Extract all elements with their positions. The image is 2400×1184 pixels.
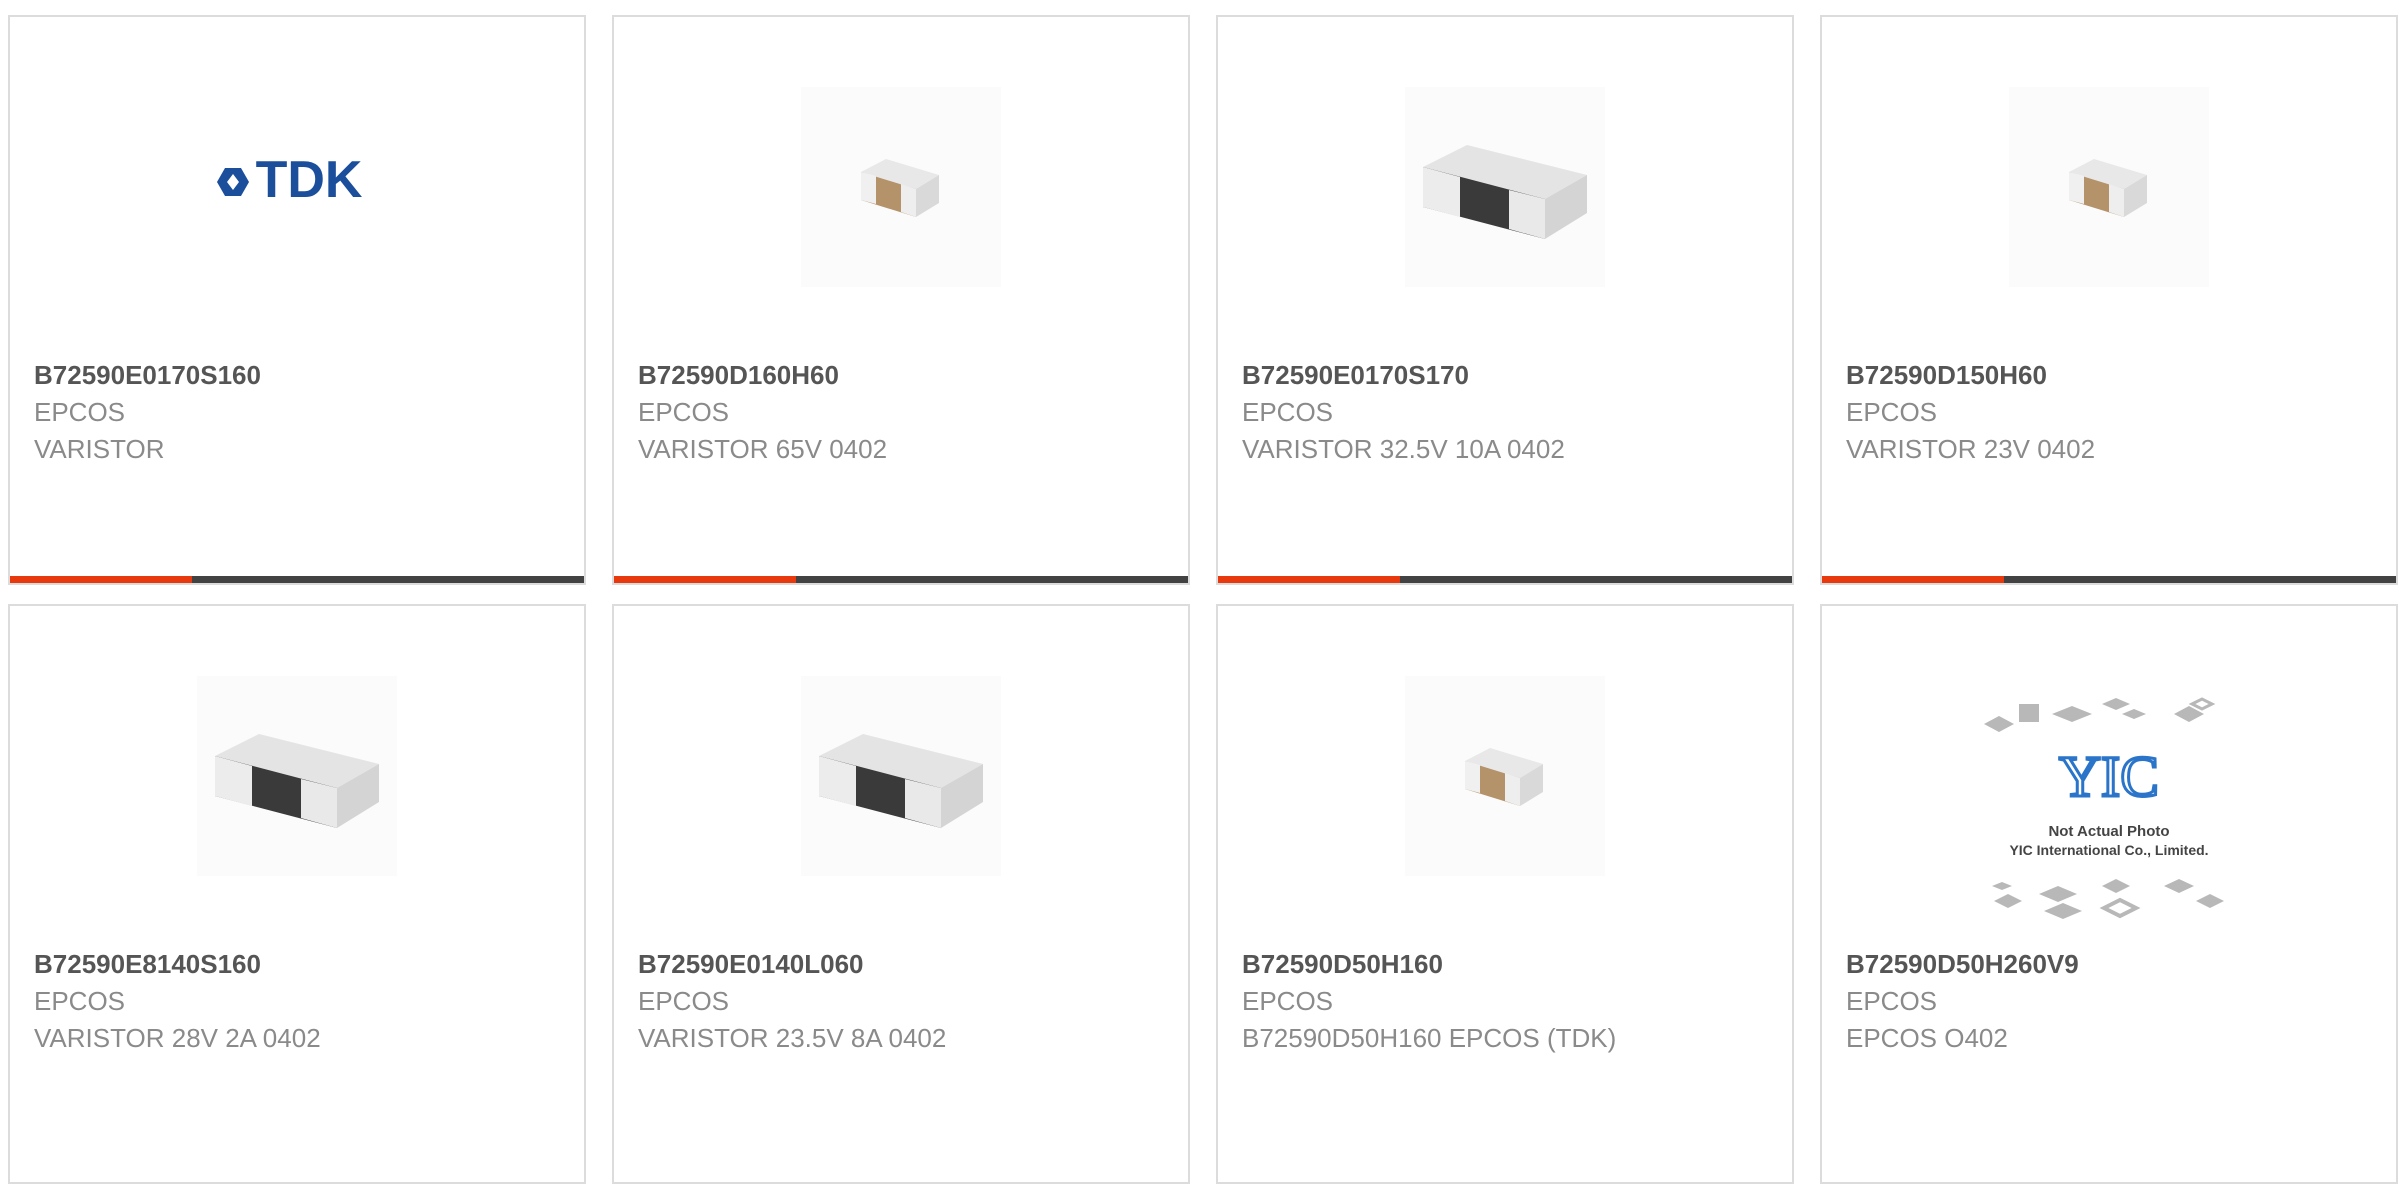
product-card[interactable]: B72590D150H60 EPCOS VARISTOR 23V 0402 [1820, 15, 2398, 585]
product-description: VARISTOR 32.5V 10A 0402 [1242, 434, 1565, 464]
part-number[interactable]: B72590D50H260V9 [1846, 946, 2376, 983]
tdk-logo-text: TDK [256, 151, 363, 209]
not-actual-photo-placeholder-icon: YIC Not Actual Photo YIC International C… [1984, 697, 2224, 919]
brand-name: EPCOS [638, 986, 730, 1016]
part-number[interactable]: B72590D160H60 [638, 357, 1168, 394]
card-accent-bar [1822, 576, 2004, 583]
brand-name: EPCOS [1242, 986, 1334, 1016]
yic-logo-text: YIC [2059, 744, 2159, 809]
product-image[interactable] [1405, 87, 1605, 287]
card-accent-bar [614, 576, 796, 583]
brand-name: EPCOS [1846, 986, 1938, 1016]
brown-chip-icon [861, 159, 939, 217]
card-footer-bar [10, 576, 584, 583]
product-description: VARISTOR 28V 2A 0402 [34, 1023, 321, 1053]
product-description: VARISTOR 23.5V 8A 0402 [638, 1023, 947, 1053]
product-card[interactable]: TDK B72590E0170S160 EPCOS VARISTOR [8, 15, 586, 585]
product-image[interactable] [197, 676, 397, 876]
part-number[interactable]: B72590E8140S160 [34, 946, 564, 983]
brown-chip-icon [1465, 748, 1543, 806]
product-image[interactable]: YIC Not Actual Photo YIC International C… [1974, 686, 2244, 936]
brand-name: EPCOS [1846, 397, 1938, 427]
product-card[interactable]: B72590E0170S170 EPCOS VARISTOR 32.5V 10A… [1216, 15, 1794, 585]
brown-chip-icon [2069, 159, 2147, 217]
product-image[interactable] [801, 87, 1001, 287]
product-image[interactable]: TDK [197, 87, 397, 287]
card-footer-bar [614, 576, 1188, 583]
card-footer-bar [1822, 576, 2396, 583]
black-chip-icon [1423, 145, 1587, 239]
product-card[interactable]: B72590E8140S160 EPCOS VARISTOR 28V 2A 04… [8, 604, 586, 1184]
black-chip-icon [819, 734, 983, 828]
part-number[interactable]: B72590E0140L060 [638, 946, 1168, 983]
card-footer-bar [1218, 576, 1792, 583]
placeholder-line2: YIC International Co., Limited. [2009, 842, 2208, 858]
product-card[interactable]: YIC Not Actual Photo YIC International C… [1820, 604, 2398, 1184]
brand-name: EPCOS [1242, 397, 1334, 427]
product-image[interactable] [2009, 87, 2209, 287]
card-accent-bar [10, 576, 192, 583]
product-card[interactable]: B72590E0140L060 EPCOS VARISTOR 23.5V 8A … [612, 604, 1190, 1184]
tdk-logo-icon: TDK [217, 151, 363, 209]
part-number[interactable]: B72590D150H60 [1846, 357, 2376, 394]
black-chip-icon [215, 734, 379, 828]
brand-name: EPCOS [638, 397, 730, 427]
product-description: EPCOS O402 [1846, 1023, 2008, 1053]
product-image[interactable] [1405, 676, 1605, 876]
brand-name: EPCOS [34, 986, 126, 1016]
product-description: VARISTOR 65V 0402 [638, 434, 888, 464]
product-description: VARISTOR [34, 434, 165, 464]
part-number[interactable]: B72590E0170S160 [34, 357, 564, 394]
product-description: B72590D50H160 EPCOS (TDK) [1242, 1023, 1617, 1053]
part-number[interactable]: B72590D50H160 [1242, 946, 1772, 983]
product-card[interactable]: B72590D160H60 EPCOS VARISTOR 65V 0402 [612, 15, 1190, 585]
placeholder-line1: Not Actual Photo [2048, 823, 2169, 840]
product-card[interactable]: B72590D50H160 EPCOS B72590D50H160 EPCOS … [1216, 604, 1794, 1184]
product-image[interactable] [801, 676, 1001, 876]
card-accent-bar [1218, 576, 1400, 583]
brand-name: EPCOS [34, 397, 126, 427]
product-description: VARISTOR 23V 0402 [1846, 434, 2096, 464]
part-number[interactable]: B72590E0170S170 [1242, 357, 1772, 394]
